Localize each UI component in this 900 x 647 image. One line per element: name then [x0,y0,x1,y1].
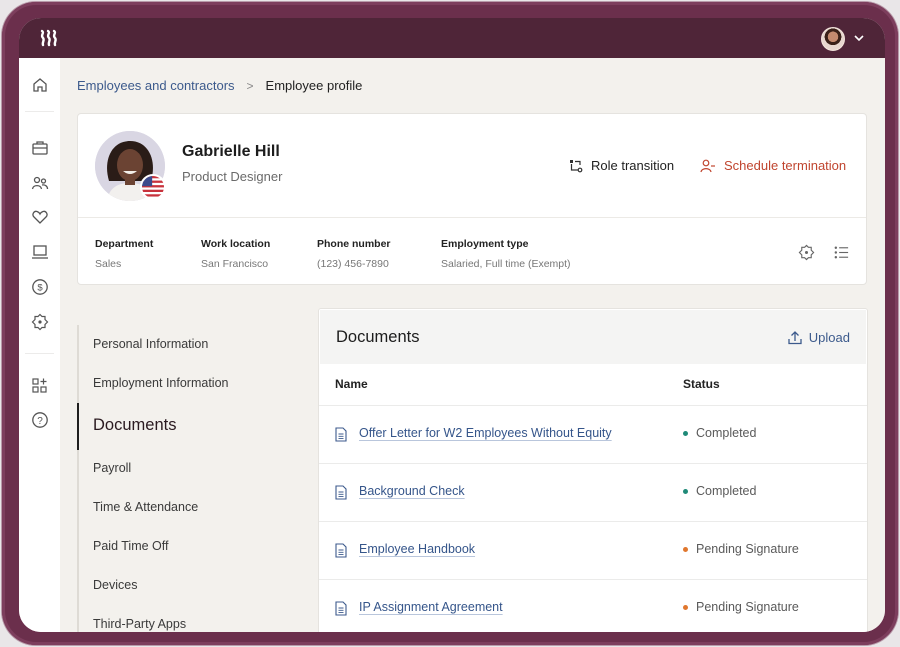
rail-divider [25,111,54,112]
field-phone-number: Phone number (123) 456-7890 [317,238,391,270]
main-content: Employees and contractors > Employee pro… [60,58,885,632]
svg-text:?: ? [37,416,43,427]
user-remove-icon [700,159,715,172]
top-bar [19,18,885,58]
employee-title: Product Designer [182,169,283,184]
status-badge: Pending Signature [683,542,799,556]
documents-heading: Documents [336,328,420,346]
app-screen: $ ? Employees and contractors > Employee… [19,18,885,632]
breadcrumb: Employees and contractors > Employee pro… [77,78,362,93]
dollar-icon[interactable]: $ [31,278,49,296]
briefcase-icon[interactable] [31,139,49,157]
document-link[interactable]: IP Assignment Agreement [359,600,503,614]
document-icon [335,427,347,442]
subnav-item-payroll[interactable]: Payroll [93,461,131,475]
employee-name: Gabrielle Hill [182,143,280,160]
subnav-item-time-attendance[interactable]: Time & Attendance [93,500,198,514]
subnav-item-employment-information[interactable]: Employment Information [93,376,228,390]
subnav-item-devices[interactable]: Devices [93,578,137,592]
document-row: Employee Handbook Pending Signature [319,521,867,579]
document-link[interactable]: Offer Letter for W2 Employees Without Eq… [359,426,612,440]
left-rail: $ ? [19,58,60,632]
active-indicator [77,403,79,450]
rippling-logo-icon[interactable] [39,29,59,47]
help-icon[interactable]: ? [31,411,49,429]
profile-subnav: Personal Information Employment Informat… [77,325,302,632]
profile-details: Department Sales Work location San Franc… [78,219,866,285]
rail-divider [25,353,54,354]
breadcrumb-separator: > [246,78,254,93]
status-dot [683,546,688,552]
document-link[interactable]: Background Check [359,484,465,498]
schedule-termination-label: Schedule termination [724,158,847,173]
column-header-name[interactable]: Name [335,377,368,391]
svg-text:$: $ [37,283,43,294]
status-badge: Completed [683,426,756,440]
subnav-item-paid-time-off[interactable]: Paid Time Off [93,539,169,553]
documents-panel: Documents Upload Name Status Offer Lette… [318,308,868,632]
field-value: Salaried, Full time (Exempt) [441,258,571,270]
status-text: Pending Signature [696,542,799,556]
upload-button[interactable]: Upload [788,330,850,345]
people-icon[interactable] [31,174,49,192]
breadcrumb-current: Employee profile [265,78,363,93]
document-link[interactable]: Employee Handbook [359,542,475,556]
status-dot [683,604,688,610]
role-transition-label: Role transition [591,158,675,173]
field-department: Department Sales [95,238,153,270]
status-dot [683,488,688,494]
us-flag-icon [140,174,166,200]
settings-icon[interactable] [798,244,815,261]
list-icon[interactable] [833,244,850,261]
status-dot [683,430,688,436]
document-icon [335,485,347,500]
field-work-location: Work location San Francisco [201,238,270,270]
field-value: San Francisco [201,258,269,270]
settings-icon[interactable] [31,313,49,331]
subnav-item-third-party-apps[interactable]: Third-Party Apps [93,617,186,631]
field-value: Sales [95,258,122,270]
role-transition-icon [570,159,583,172]
device-frame: $ ? Employees and contractors > Employee… [2,2,898,645]
field-label: Phone number [317,238,391,250]
apps-add-icon[interactable] [31,377,49,395]
upload-icon [788,331,802,345]
chevron-down-icon[interactable] [853,33,865,43]
heart-icon[interactable] [31,208,49,226]
role-transition-button[interactable]: Role transition [569,158,674,173]
document-row: IP Assignment Agreement Pending Signatur… [319,579,867,632]
document-icon [335,543,347,558]
status-text: Pending Signature [696,600,799,614]
profile-card: Gabrielle Hill Product Designer Role tra… [77,113,867,285]
documents-header: Documents Upload [320,310,866,364]
status-text: Completed [696,484,757,498]
document-icon [335,601,347,616]
laptop-icon[interactable] [31,243,49,261]
status-badge: Completed [683,484,756,498]
field-label: Employment type [441,238,529,250]
status-badge: Pending Signature [683,600,799,614]
user-avatar[interactable] [821,27,845,51]
document-row: Background Check Completed [319,463,867,521]
field-employment-type: Employment type Salaried, Full time (Exe… [441,238,571,270]
subnav-item-documents[interactable]: Documents [93,416,176,435]
subnav-item-personal-information[interactable]: Personal Information [93,337,208,351]
field-label: Work location [201,238,271,250]
field-value: (123) 456-7890 [317,258,389,270]
column-header-status[interactable]: Status [683,377,720,391]
upload-label: Upload [808,330,850,345]
home-icon[interactable] [31,76,49,94]
schedule-termination-button[interactable]: Schedule termination [700,158,846,173]
status-text: Completed [696,426,757,440]
field-label: Department [95,238,154,250]
breadcrumb-parent-link[interactable]: Employees and contractors [77,78,235,93]
document-row: Offer Letter for W2 Employees Without Eq… [319,405,867,463]
profile-header: Gabrielle Hill Product Designer Role tra… [78,114,866,218]
